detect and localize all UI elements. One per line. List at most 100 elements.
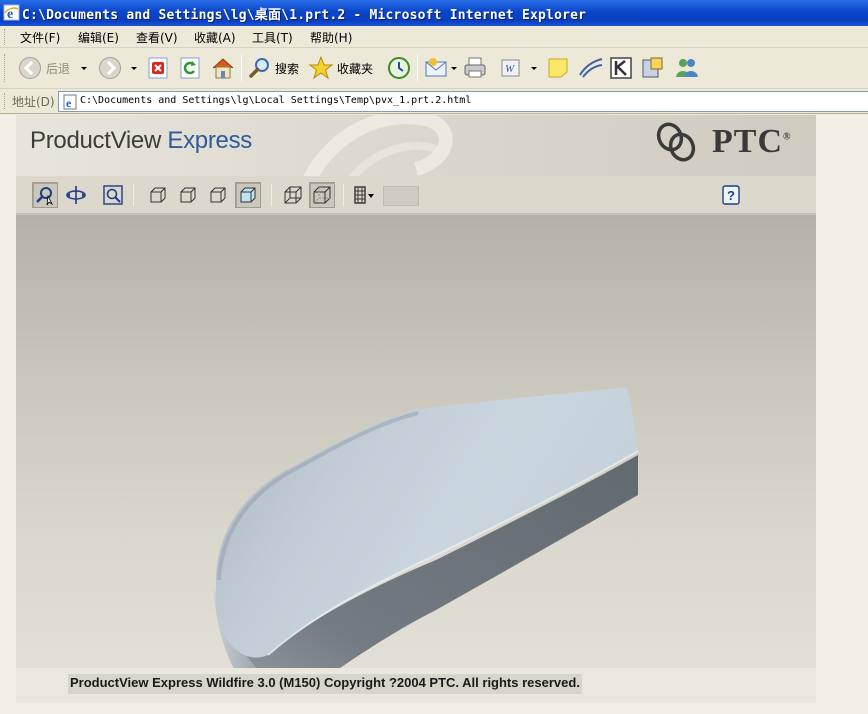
address-field[interactable]: e C:\Documents and Settings\lg\Local Set… <box>58 91 868 112</box>
productview-header: ProductView Express PTC® <box>16 115 816 176</box>
mail-dropdown-arrow[interactable] <box>451 67 457 70</box>
k-icon <box>610 57 632 79</box>
back-button[interactable]: 后退 <box>18 54 70 82</box>
refresh-button[interactable] <box>178 54 202 82</box>
hidden-line-button[interactable] <box>309 182 335 208</box>
stop-button[interactable] <box>146 54 170 82</box>
history-button[interactable] <box>386 54 412 82</box>
productview-toolbar: ? <box>16 176 816 214</box>
search-label: 搜索 <box>275 61 300 76</box>
edit-dropdown-arrow[interactable] <box>531 67 537 70</box>
ie-window: e C:\Documents and Settings\lg\桌面\1.prt.… <box>0 0 868 714</box>
messenger-icon <box>579 58 603 78</box>
address-bar: 地址(D) e C:\Documents and Settings\lg\Loc… <box>0 89 868 114</box>
standard-toolbar: 后退 搜索 收藏夹 W <box>0 48 868 89</box>
users-icon <box>676 59 698 77</box>
zoom-window-button[interactable] <box>100 182 126 208</box>
pv-toolbar-separator <box>271 184 272 206</box>
menu-bar: 文件(F) 编辑(E) 查看(V) 收藏(A) 工具(T) 帮助(H) <box>0 26 868 48</box>
toolbar-grip[interactable] <box>4 54 7 82</box>
copyright-text: ProductView Express Wildfire 3.0 (M150) … <box>68 674 582 694</box>
page-content: ProductView Express PTC® ? ProductView E… <box>0 115 868 714</box>
pv-toolbar-separator <box>133 184 134 206</box>
forward-button[interactable] <box>98 54 122 82</box>
address-grip[interactable] <box>4 93 7 109</box>
mail-button[interactable] <box>424 54 450 82</box>
home-button[interactable] <box>210 54 236 82</box>
copyright-bar: ProductView Express Wildfire 3.0 (M150) … <box>16 668 816 703</box>
menu-file[interactable]: 文件(F) <box>20 29 60 46</box>
notes-button[interactable] <box>546 54 570 82</box>
home-icon <box>212 58 234 79</box>
wireframe-icon <box>284 186 302 204</box>
productview-title: ProductView Express <box>30 127 252 155</box>
view-front-button[interactable] <box>145 182 171 208</box>
title-bar[interactable]: e C:\Documents and Settings\lg\桌面\1.prt.… <box>0 0 868 26</box>
pan-rotate-icon <box>66 186 86 204</box>
menu-view[interactable]: 查看(V) <box>136 29 178 46</box>
media-button[interactable] <box>640 54 664 82</box>
productview-title-accent: Express <box>167 127 252 154</box>
menu-help[interactable]: 帮助(H) <box>310 29 352 46</box>
history-icon <box>388 57 410 79</box>
view-front-icon <box>150 187 166 203</box>
wireframe-button[interactable] <box>280 182 306 208</box>
window-title: C:\Documents and Settings\lg\桌面\1.prt.2 … <box>22 8 587 23</box>
notes-icon <box>548 58 568 78</box>
print-button[interactable] <box>462 54 488 82</box>
messenger-button[interactable] <box>578 54 604 82</box>
edit-word-button[interactable]: W <box>500 54 522 82</box>
page-icon: e <box>63 94 77 110</box>
menu-edit[interactable]: 编辑(E) <box>78 29 119 46</box>
view-top-button[interactable] <box>175 182 201 208</box>
back-icon <box>19 57 41 79</box>
word-icon: W <box>501 59 520 77</box>
swirl-decoration <box>303 115 453 176</box>
stop-icon <box>148 57 168 79</box>
productview-title-main: ProductView <box>30 127 168 154</box>
3d-viewport[interactable] <box>16 215 816 668</box>
zoom-window-icon <box>103 185 123 205</box>
back-dropdown-arrow[interactable] <box>81 67 87 70</box>
help-icon: ? <box>722 185 740 205</box>
search-button[interactable]: 搜索 <box>248 54 299 82</box>
view-right-icon <box>210 187 226 203</box>
mail-icon <box>425 58 447 77</box>
media-icon <box>642 57 663 78</box>
menu-grip[interactable] <box>4 29 7 45</box>
ptc-logo-text: PTC® <box>712 123 792 160</box>
3d-model[interactable] <box>16 215 816 668</box>
ie-icon: e <box>3 4 20 21</box>
forward-icon <box>99 57 121 79</box>
svg-text:?: ? <box>727 188 735 203</box>
hidden-line-icon <box>313 186 331 204</box>
svg-text:e: e <box>66 96 72 110</box>
menu-tools[interactable]: 工具(T) <box>252 29 293 46</box>
toolbar-separator <box>417 55 418 81</box>
address-url[interactable]: C:\Documents and Settings\lg\Local Setti… <box>80 95 471 106</box>
help-button[interactable]: ? <box>718 182 744 208</box>
view-isometric-button[interactable] <box>235 182 261 208</box>
pv-toolbar-separator <box>343 184 344 206</box>
k-button[interactable] <box>609 54 633 82</box>
search-icon <box>249 58 269 78</box>
users-button[interactable] <box>674 54 700 82</box>
forward-dropdown-arrow[interactable] <box>131 67 137 70</box>
pick-zoom-icon <box>36 187 54 206</box>
menu-favorites[interactable]: 收藏(A) <box>194 29 236 46</box>
pick-zoom-button[interactable] <box>32 182 58 208</box>
animation-frame-field[interactable] <box>383 186 419 206</box>
svg-text:W: W <box>505 63 515 75</box>
address-label: 地址(D) <box>12 95 55 109</box>
view-top-icon <box>180 187 196 203</box>
pan-rotate-button[interactable] <box>63 182 89 208</box>
print-icon <box>464 57 486 78</box>
animation-button[interactable] <box>352 182 378 208</box>
favorites-button[interactable]: 收藏夹 <box>308 54 373 82</box>
back-label: 后退 <box>46 61 71 76</box>
favorites-label: 收藏夹 <box>337 61 374 76</box>
animation-icon <box>354 186 374 204</box>
favorites-icon <box>308 55 334 80</box>
view-right-button[interactable] <box>205 182 231 208</box>
view-isometric-icon <box>240 187 256 203</box>
